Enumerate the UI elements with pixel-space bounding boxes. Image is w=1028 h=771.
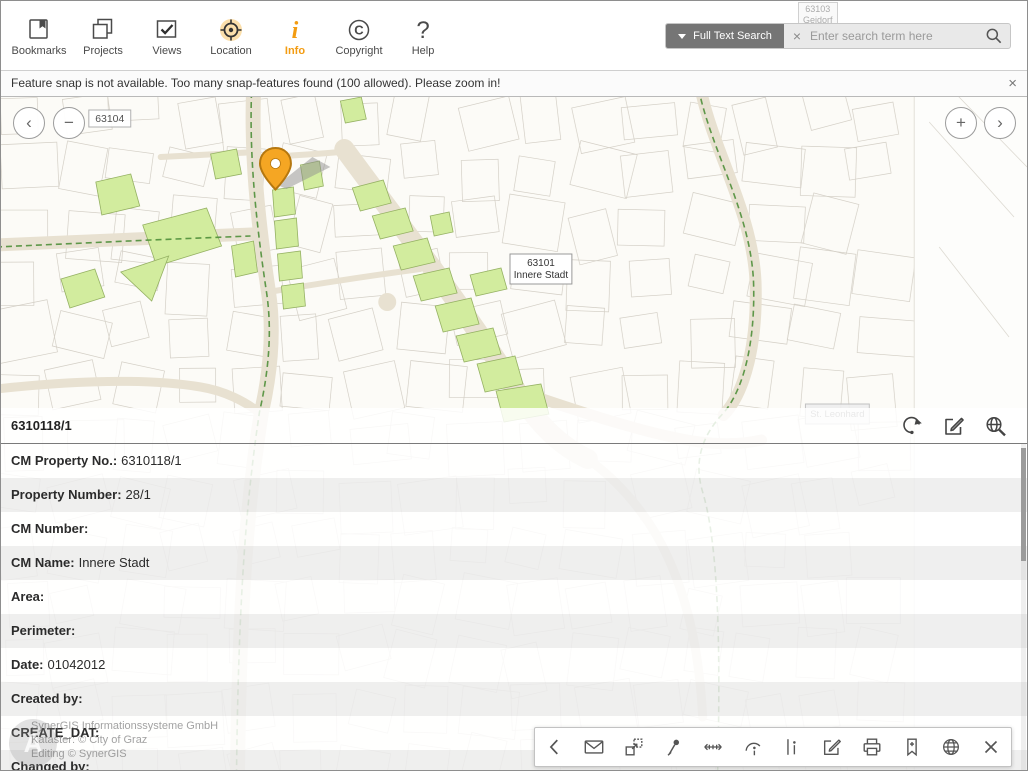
help-icon: ? [410, 16, 436, 42]
attribute-row: CM Number: [1, 512, 1027, 546]
map-label-63104: 63104 [89, 110, 131, 127]
edit-icon[interactable] [941, 413, 967, 439]
app-window: 63104 63101 Innere Stadt St. Leonhard ‹ … [0, 0, 1028, 771]
scrollbar-track[interactable] [1021, 444, 1026, 770]
attribute-label: Property Number: [11, 487, 122, 502]
print-icon[interactable] [857, 732, 887, 762]
globe-icon[interactable] [936, 732, 966, 762]
svg-text:Innere Stadt: Innere Stadt [514, 270, 569, 281]
attribute-row: Perimeter: [1, 614, 1027, 648]
results-header: 6310118/1 [1, 408, 1027, 444]
toolbar-item-location[interactable]: Location [199, 1, 263, 71]
attribute-row: CM Name: Innere Stadt [1, 546, 1027, 580]
attribute-label: CM Name: [11, 555, 75, 570]
attribute-value: 28/1 [126, 487, 151, 502]
rotate-icon[interactable] [899, 413, 925, 439]
toolbar-item-info[interactable]: i Info [263, 1, 327, 71]
notification-text: Feature snap is not available. Too many … [11, 76, 500, 90]
pin-icon[interactable] [659, 732, 689, 762]
toolbar-item-views[interactable]: Views [135, 1, 199, 71]
toolbar-item-label: Projects [83, 45, 123, 57]
bookmarks-icon [26, 16, 52, 42]
toolbar-item-copyright[interactable]: C Copyright [327, 1, 391, 71]
location-target-icon [218, 16, 244, 42]
chevron-down-icon [678, 34, 686, 39]
svg-text:C: C [354, 22, 364, 37]
attribute-label: Created by: [11, 691, 83, 706]
toolbar-item-label: Location [210, 45, 252, 57]
chevron-left-icon[interactable] [540, 732, 570, 762]
map-forward-button[interactable]: › [984, 107, 1016, 139]
attribute-row: Date: 01042012 [1, 648, 1027, 682]
identify-radius-icon[interactable] [738, 732, 768, 762]
main-toolbar: 63103 Geidorf Bookmarks Projects [1, 1, 1027, 71]
projects-icon [90, 16, 116, 42]
notification-bar: Feature snap is not available. Too many … [1, 71, 1027, 97]
map-label-innere-stadt: 63101 Innere Stadt [510, 254, 572, 284]
attribute-row: Created by: [1, 682, 1027, 716]
attribute-label: Area: [11, 589, 44, 604]
attribute-value: 01042012 [48, 657, 106, 672]
attribute-value: 6310118/1 [121, 453, 182, 468]
search-submit-button[interactable] [978, 24, 1010, 48]
identify-line-icon[interactable] [778, 732, 808, 762]
search-mode-label: Full Text Search [693, 30, 772, 42]
toolbar-item-label: Copyright [335, 45, 382, 57]
edit-icon[interactable] [817, 732, 847, 762]
search-clear-icon[interactable]: × [784, 28, 810, 44]
attribute-value: Innere Stadt [79, 555, 150, 570]
globe-search-icon[interactable] [983, 413, 1009, 439]
map-back-button[interactable]: ‹ [13, 107, 45, 139]
toolbar-item-label: Help [412, 45, 435, 57]
attribute-label: Perimeter: [11, 623, 75, 638]
result-title: 6310118/1 [1, 418, 899, 433]
mail-icon[interactable] [579, 732, 609, 762]
attribute-label: Changed by: [11, 759, 90, 771]
plaza [378, 293, 396, 311]
toolbar-item-label: Views [152, 45, 181, 57]
attribute-list: CM Property No.: 6310118/1 Property Numbe… [1, 444, 1027, 771]
search-bar: Full Text Search × [665, 23, 1011, 49]
zoom-in-button[interactable]: + [945, 107, 977, 139]
attribute-label: CREATE_DAT: [11, 725, 99, 740]
zoom-out-button[interactable]: − [53, 107, 85, 139]
toolbar-item-bookmarks[interactable]: Bookmarks [7, 1, 71, 71]
attribute-row: Area: [1, 580, 1027, 614]
toolbar-item-projects[interactable]: Projects [71, 1, 135, 71]
search-input[interactable] [810, 29, 978, 43]
toolbar-item-help[interactable]: ? Help [391, 1, 455, 71]
attribute-row: Property Number: 28/1 [1, 478, 1027, 512]
attribute-label: CM Number: [11, 521, 88, 536]
tools-toolbar [534, 727, 1012, 767]
info-icon: i [282, 16, 308, 42]
magnifier-icon [984, 26, 1004, 46]
move-geometry-icon[interactable] [619, 732, 649, 762]
attribute-row: CM Property No.: 6310118/1 [1, 444, 1027, 478]
svg-text:?: ? [416, 17, 429, 42]
svg-text:63104: 63104 [95, 114, 124, 125]
close-icon[interactable] [976, 732, 1006, 762]
attribute-label: Date: [11, 657, 44, 672]
results-panel: 6310118/1 [1, 408, 1027, 770]
measure-icon[interactable] [698, 732, 728, 762]
copyright-icon: C [346, 16, 372, 42]
svg-text:63101: 63101 [527, 258, 555, 269]
svg-text:i: i [292, 18, 299, 42]
views-icon [154, 16, 180, 42]
result-tools [899, 413, 1027, 439]
notification-close-icon[interactable]: × [1008, 71, 1017, 96]
search-mode-dropdown[interactable]: Full Text Search [666, 24, 784, 48]
toolbar-item-label: Info [285, 45, 305, 57]
attribute-label: CM Property No.: [11, 453, 117, 468]
scrollbar-thumb[interactable] [1021, 448, 1026, 561]
add-bookmark-icon[interactable] [897, 732, 927, 762]
toolbar-item-label: Bookmarks [11, 45, 66, 57]
